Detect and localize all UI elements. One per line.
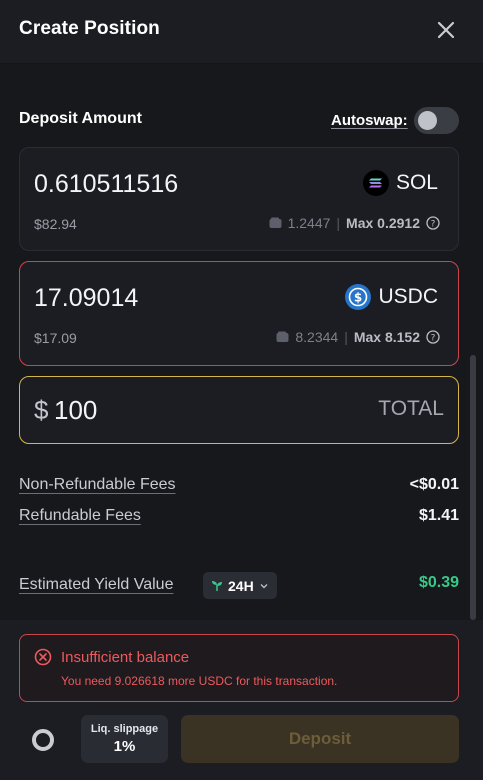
total-label: TOTAL (378, 397, 444, 420)
usdc-balance-line: 8.2344 | Max 8.152 ? (276, 329, 440, 345)
slippage-value: 1% (113, 738, 136, 755)
slippage-label: Liq. slippage (90, 723, 159, 735)
svg-text:$: $ (354, 291, 362, 305)
non-refundable-fees-value: <$0.01 (409, 476, 459, 493)
close-icon (437, 21, 455, 39)
usdc-amount-card[interactable]: 17.09014 $ USDC $17.09 8.2344 | Max 8.15… (19, 261, 459, 366)
usdc-amount-input[interactable]: 17.09014 (34, 284, 138, 313)
usdc-token-symbol: USDC (378, 285, 438, 308)
wallet-icon (269, 217, 282, 228)
sprout-icon (212, 581, 222, 591)
refundable-fees-label[interactable]: Refundable Fees (19, 507, 141, 525)
error-icon (34, 648, 52, 666)
info-icon[interactable]: ? (426, 330, 440, 344)
sol-token-symbol: SOL (395, 171, 438, 194)
sol-amount-input[interactable]: 0.610511516 (34, 170, 178, 199)
sol-amount-card[interactable]: 0.610511516 SOL $82.94 1.2447 | Max 0.29… (19, 147, 459, 251)
settings-radio-button[interactable] (32, 729, 54, 751)
error-message: You need 9.026618 more USDC for this tra… (61, 674, 338, 688)
deposit-amount-label: Deposit Amount (19, 110, 142, 127)
deposit-button[interactable]: Deposit (181, 715, 459, 763)
error-alert: Insufficient balance You need 9.026618 m… (19, 634, 459, 702)
chevron-down-icon (260, 583, 268, 588)
sol-token-selector[interactable]: SOL (362, 168, 438, 198)
refundable-fees-value: $1.41 (418, 507, 459, 524)
info-icon[interactable]: ? (426, 216, 440, 230)
scrollbar[interactable] (470, 355, 476, 620)
toggle-knob (418, 111, 437, 130)
usdc-wallet-balance: 8.2344 (295, 329, 339, 345)
sol-wallet-balance: 1.2447 (287, 215, 331, 231)
close-button[interactable] (432, 16, 460, 44)
sol-max-button[interactable]: Max 0.2912 (346, 215, 420, 231)
autoswap-label[interactable]: Autoswap: (331, 112, 408, 129)
estimated-yield-value: $0.39 (418, 574, 459, 591)
sol-usd-value: $82.94 (34, 216, 77, 232)
svg-text:?: ? (431, 334, 436, 344)
modal-title: Create Position (19, 18, 160, 39)
usdc-token-selector[interactable]: $ USDC (345, 282, 438, 312)
solana-logo-icon (362, 170, 389, 196)
usdc-logo-icon: $ (345, 284, 372, 310)
estimated-yield-label[interactable]: Estimated Yield Value (19, 576, 173, 594)
error-title: Insufficient balance (61, 649, 190, 666)
total-amount-card[interactable]: $ 100 TOTAL (19, 376, 459, 444)
wallet-icon (276, 331, 289, 342)
modal-header: Create Position (0, 0, 483, 64)
separator: | (344, 329, 348, 345)
total-amount-input[interactable]: 100 (54, 395, 97, 426)
liquidity-slippage-button[interactable]: Liq. slippage 1% (81, 715, 168, 763)
usdc-max-button[interactable]: Max 8.152 (354, 329, 420, 345)
sol-balance-line: 1.2447 | Max 0.2912 ? (269, 215, 440, 231)
separator: | (336, 215, 341, 231)
usdc-usd-value: $17.09 (34, 330, 77, 346)
svg-text:?: ? (431, 220, 436, 230)
yield-period-dropdown[interactable]: 24H (203, 572, 277, 599)
total-currency-symbol: $ (34, 395, 49, 425)
yield-period-value: 24H (228, 577, 254, 594)
non-refundable-fees-label[interactable]: Non-Refundable Fees (19, 476, 176, 494)
autoswap-toggle[interactable] (414, 107, 459, 134)
